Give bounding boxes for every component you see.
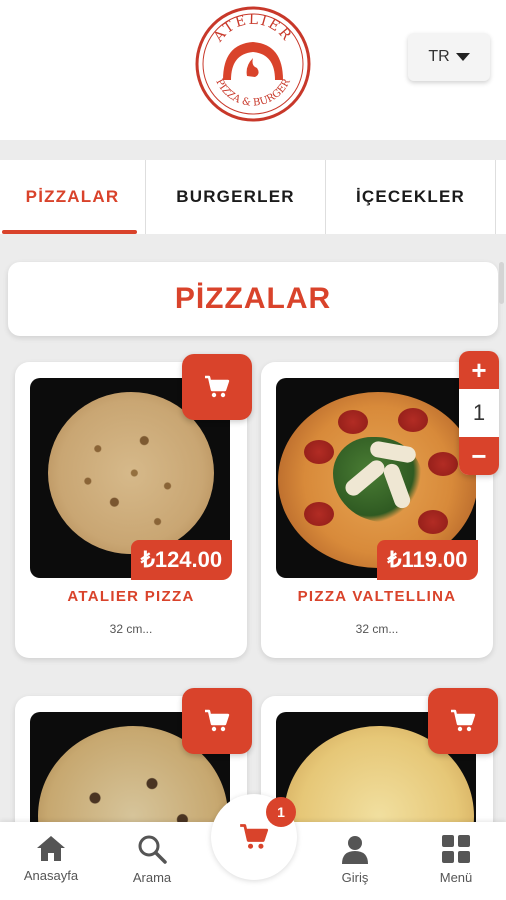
search-icon — [138, 835, 167, 864]
tab-burgerler[interactable]: BURGERLER — [146, 160, 326, 234]
cart-icon — [205, 709, 230, 732]
atelier-logo[interactable]: ATELIER PIZZA & BURGER — [193, 4, 313, 124]
quantity-stepper[interactable]: + 1 − — [459, 351, 499, 475]
nav-search-label: Arama — [132, 870, 172, 885]
salami-topping — [338, 410, 368, 434]
nav-menu[interactable]: Menü — [411, 834, 501, 894]
scrollbar-thumb[interactable] — [499, 262, 504, 304]
product-name: PIZZA VALTELLINA — [297, 588, 457, 605]
category-tabs: PİZZALAR BURGERLER İÇECEKLER — [0, 160, 506, 234]
increment-button[interactable]: + — [459, 351, 499, 389]
cart-icon — [240, 824, 269, 849]
salami-topping — [304, 502, 334, 526]
caret-down-icon — [455, 53, 470, 61]
decrement-button[interactable]: − — [459, 437, 499, 475]
nav-login[interactable]: Giriş — [310, 834, 400, 894]
quantity-value: 1 — [472, 400, 486, 425]
add-to-cart-button[interactable] — [428, 688, 498, 754]
salami-topping — [418, 510, 448, 534]
language-value: TR — [428, 48, 450, 65]
add-to-cart-button[interactable] — [182, 354, 252, 420]
cart-icon — [205, 375, 230, 398]
nav-home[interactable]: Anasayfa — [6, 834, 96, 894]
grid-menu-icon — [442, 835, 470, 863]
product-price: ₺119.00 — [377, 540, 478, 580]
cart-count-badge: 1 — [266, 797, 296, 827]
product-price: ₺124.00 — [131, 540, 232, 580]
product-card-pizza-valtellina[interactable]: + 1 − ₺119.00 PIZZA VALTELLINA 32 cm... — [261, 351, 499, 658]
nav-menu-label: Menü — [439, 870, 473, 885]
nav-home-label: Anasayfa — [23, 868, 79, 883]
home-icon — [37, 836, 65, 861]
tab-icecekler[interactable]: İÇECEKLER — [326, 160, 496, 234]
cart-icon — [451, 709, 476, 732]
nav-search[interactable]: Arama — [107, 834, 197, 894]
salami-topping — [428, 452, 458, 476]
product-description: 32 cm... — [109, 622, 153, 636]
add-to-cart-button[interactable] — [182, 688, 252, 754]
app-header: ATELIER PIZZA & BURGER TR — [0, 0, 506, 140]
product-description: 32 cm... — [355, 622, 399, 636]
product-name: ATALIER PIZZA — [67, 588, 195, 605]
salami-topping — [398, 408, 428, 432]
salami-topping — [304, 440, 334, 464]
section-title: PİZZALAR — [8, 262, 498, 336]
product-card-atalier-pizza[interactable]: ₺124.00 ATALIER PIZZA 32 cm... — [15, 354, 252, 658]
tab-pizzalar[interactable]: PİZZALAR — [0, 160, 146, 234]
language-selector[interactable]: TR — [408, 33, 490, 81]
nav-login-label: Giriş — [341, 870, 369, 885]
user-icon — [342, 836, 368, 864]
